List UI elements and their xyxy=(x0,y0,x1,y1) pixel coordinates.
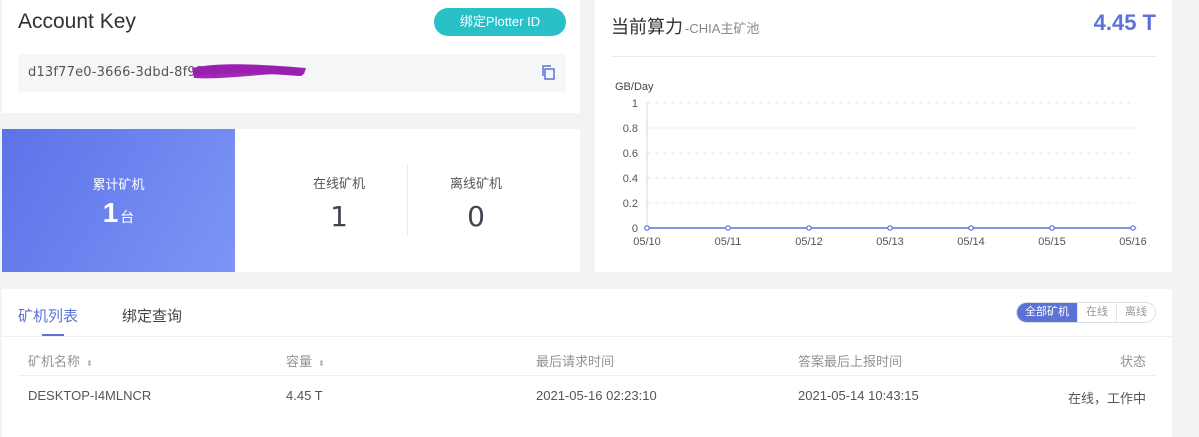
data-point xyxy=(968,225,974,231)
offline-miners-label: 离线矿机 xyxy=(449,176,502,191)
y-tick-label: 0.8 xyxy=(623,123,638,135)
cell-status: 在线，工作中 xyxy=(1067,391,1146,406)
filter-all[interactable]: 全部矿机 xyxy=(1017,303,1077,322)
offline-miners-stat: 离线矿机 0 xyxy=(406,173,546,233)
online-miners-value: 1 xyxy=(330,200,348,233)
sort-icon[interactable]: ⬍ xyxy=(86,359,93,368)
col-header-capacity[interactable]: 容量 ⬍ xyxy=(286,351,325,370)
offline-miners-value: 0 xyxy=(467,200,485,233)
hashpower-title-text: 当前算力 xyxy=(611,17,683,37)
data-point xyxy=(1130,225,1136,231)
sort-icon[interactable]: ⬍ xyxy=(318,359,325,368)
hashpower-divider xyxy=(611,56,1156,57)
status-filter: 全部矿机 在线 离线 xyxy=(1016,302,1156,323)
account-key-field: d13f77e0-3666-3dbd-8f93-8 xyxy=(18,54,566,92)
x-tick-label: 05/16 xyxy=(1119,236,1147,248)
col-header-capacity-label: 容量 xyxy=(286,354,313,369)
y-tick-label: 0.4 xyxy=(623,173,638,185)
x-tick-label: 05/11 xyxy=(715,236,742,248)
filter-offline[interactable]: 离线 xyxy=(1116,303,1155,322)
data-point xyxy=(725,225,731,231)
total-miners-value: 1台 xyxy=(2,197,235,229)
bind-plotter-id-button[interactable]: 绑定Plotter ID xyxy=(434,8,566,36)
tab-bind-query[interactable]: 绑定查询 xyxy=(122,305,182,326)
y-tick-label: 0.6 xyxy=(623,148,638,160)
y-tick-label: 0 xyxy=(632,223,638,235)
data-point xyxy=(806,225,812,231)
redaction-scribble xyxy=(192,64,306,79)
x-tick-label: 05/10 xyxy=(633,236,661,248)
x-tick-label: 05/14 xyxy=(957,236,985,248)
data-point xyxy=(644,225,650,231)
total-miners-number: 1 xyxy=(102,197,119,228)
cell-miner-name: DESKTOP-I4MLNCR xyxy=(28,388,152,403)
data-point xyxy=(887,225,893,231)
col-header-last-report: 答案最后上报时间 xyxy=(798,354,903,369)
x-tick-label: 05/13 xyxy=(876,236,904,248)
data-point xyxy=(1049,225,1055,231)
total-miners-panel: 累计矿机 1台 xyxy=(2,129,235,272)
tabs-divider xyxy=(2,336,1172,337)
online-miners-label: 在线矿机 xyxy=(312,176,365,191)
cell-last-request: 2021-05-16 02:23:10 xyxy=(536,388,657,403)
hashpower-title: 当前算力 -CHIA主矿池 xyxy=(611,13,759,39)
account-key-title: Account Key xyxy=(18,10,136,33)
y-tick-label: 1 xyxy=(632,98,638,110)
filter-online[interactable]: 在线 xyxy=(1077,303,1116,322)
total-miners-label: 累计矿机 xyxy=(92,177,145,192)
total-miners-unit: 台 xyxy=(120,209,135,225)
header-divider xyxy=(18,375,1156,376)
x-tick-label: 05/15 xyxy=(1038,236,1066,248)
col-header-status: 状态 xyxy=(1119,354,1146,369)
hashpower-value: 4.45 T xyxy=(1093,10,1156,35)
y-axis-label: GB/Day xyxy=(615,81,654,93)
hashpower-subtitle: -CHIA主矿池 xyxy=(685,21,760,36)
y-tick-label: 0.2 xyxy=(623,198,638,210)
copy-icon[interactable] xyxy=(540,64,556,80)
col-header-name-label: 矿机名称 xyxy=(28,354,81,369)
account-key-card: Account Key 绑定Plotter ID d13f77e0-3666-3… xyxy=(2,0,580,113)
cell-last-report: 2021-05-14 10:43:15 xyxy=(798,388,919,403)
online-miners-stat: 在线矿机 1 xyxy=(269,173,409,233)
col-header-name[interactable]: 矿机名称 ⬍ xyxy=(28,351,93,370)
cell-capacity: 4.45 T xyxy=(286,388,323,403)
miner-status-panel: 在线矿机 1 离线矿机 0 xyxy=(235,129,580,272)
hashpower-chart: GB/Day 0 0.2 0.4 0.6 0.8 1 05/10 05/11 05/12 05/13… xyxy=(615,81,1147,248)
x-tick-label: 05/12 xyxy=(795,236,823,248)
col-header-last-request: 最后请求时间 xyxy=(536,354,615,369)
tab-miner-list[interactable]: 矿机列表 xyxy=(18,305,78,326)
hashpower-card: 当前算力 -CHIA主矿池 4.45 T GB/Day 0 0.2 0.4 0.6 0.8 1… xyxy=(595,0,1172,272)
miner-list-card: 矿机列表 绑定查询 全部矿机 在线 离线 矿机名称 ⬍ 容量 ⬍ 最后请求时间 答案… xyxy=(2,289,1172,437)
